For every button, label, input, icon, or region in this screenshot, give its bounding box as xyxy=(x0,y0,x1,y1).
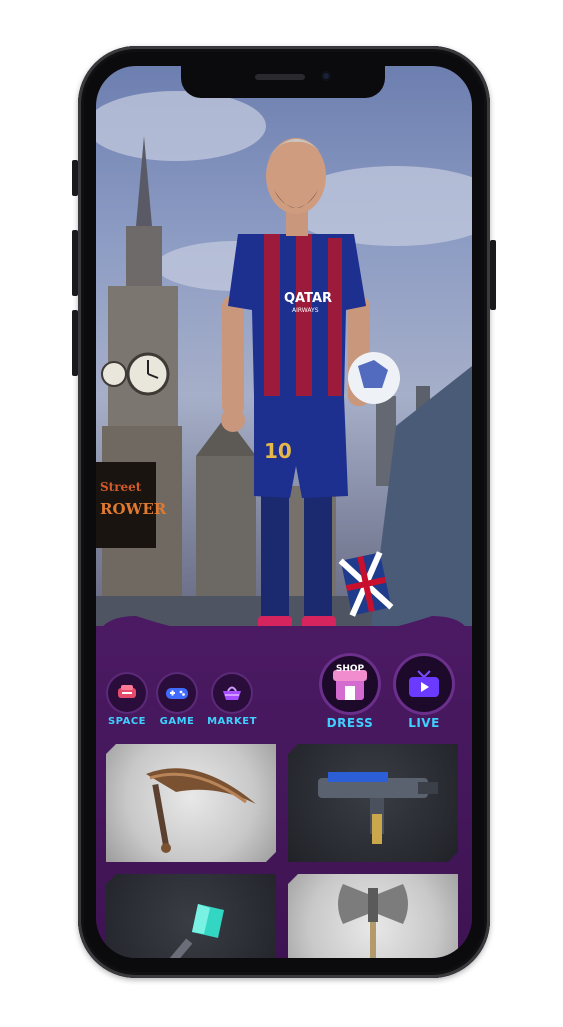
blaster-gun-icon xyxy=(288,744,458,862)
item-card-blaster[interactable] xyxy=(288,744,458,862)
nav-space-label: SPACE xyxy=(107,716,147,727)
nav-space[interactable]: SPACE xyxy=(104,674,150,727)
gamepad-icon xyxy=(158,674,196,712)
crystal-staff-icon xyxy=(106,874,276,958)
space-icon xyxy=(108,674,146,712)
app-screen: Street ROWER 10 QATAR AIRWAYS SPACE GAME… xyxy=(96,66,472,958)
dress-shop-button[interactable]: SHOP DRESS xyxy=(318,656,382,730)
front-camera-icon xyxy=(321,71,331,81)
item-card-crystal-staff[interactable] xyxy=(106,874,276,958)
live-button[interactable]: LIVE xyxy=(392,656,456,730)
item-card-scythe[interactable] xyxy=(106,744,276,862)
nav-game[interactable]: GAME xyxy=(154,674,200,727)
clock-tower xyxy=(101,136,182,626)
speaker-grille xyxy=(255,74,305,80)
scythe-icon xyxy=(106,744,276,862)
shop-icon: SHOP xyxy=(322,656,378,712)
power-button xyxy=(490,240,496,310)
svg-text:Street: Street xyxy=(100,480,142,494)
volume-up-button xyxy=(72,230,78,296)
nav-market-label: MARKET xyxy=(207,716,257,727)
shop-badge-label: SHOP xyxy=(335,664,365,674)
battle-axe-icon xyxy=(288,874,458,958)
mute-switch xyxy=(72,160,78,196)
hero-scene[interactable]: Street ROWER 10 QATAR AIRWAYS xyxy=(96,66,472,666)
live-label: LIVE xyxy=(408,716,440,730)
svg-text:AIRWAYS: AIRWAYS xyxy=(292,307,319,314)
svg-text:QATAR: QATAR xyxy=(284,291,332,306)
phone-notch xyxy=(181,66,385,98)
tv-icon xyxy=(396,656,452,712)
nav-market[interactable]: MARKET xyxy=(204,674,260,727)
nav-game-label: GAME xyxy=(159,716,195,727)
basket-icon xyxy=(213,674,251,712)
volume-down-button xyxy=(72,310,78,376)
dress-label: DRESS xyxy=(326,716,374,730)
item-card-battle-axe[interactable] xyxy=(288,874,458,958)
svg-text:ROWER: ROWER xyxy=(100,500,167,518)
svg-text:10: 10 xyxy=(264,439,292,463)
